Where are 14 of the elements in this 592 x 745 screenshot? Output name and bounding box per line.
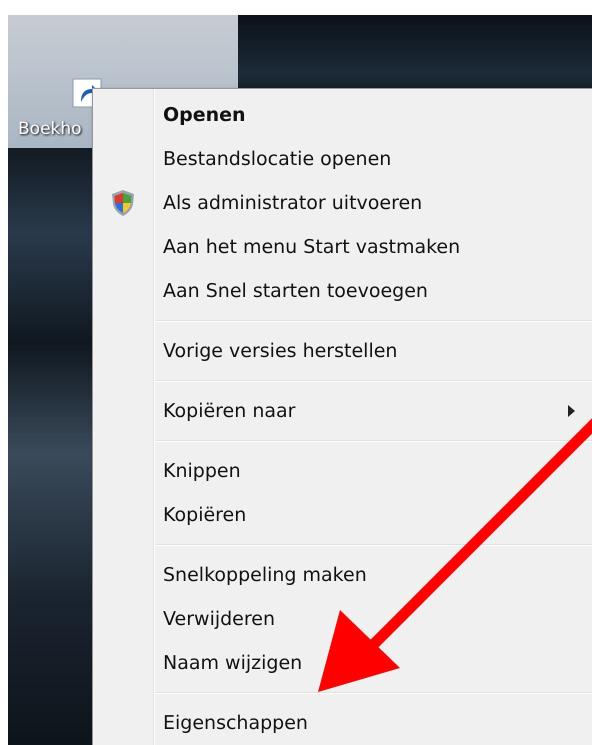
menu-item[interactable]: Eigenschappen (93, 701, 592, 745)
menu-item[interactable]: Aan het menu Start vastmaken (93, 225, 592, 269)
menu-item[interactable]: Snelkoppeling maken (93, 553, 592, 597)
menu-item[interactable]: Verwijderen (93, 597, 592, 641)
menu-item[interactable]: Knippen (93, 449, 592, 493)
menu-item[interactable]: Als administrator uitvoeren (93, 181, 592, 225)
menu-item[interactable]: Kopiëren (93, 493, 592, 537)
menu-item[interactable]: Naam wijzigen (93, 641, 592, 685)
shortcut-label: Boekho (18, 119, 82, 139)
menu-item[interactable]: Vorige versies herstellen (93, 329, 592, 373)
menu-item[interactable]: Aan Snel starten toevoegen (93, 269, 592, 313)
menu-item[interactable]: Kopiëren naar (93, 389, 592, 433)
shield-icon (111, 189, 135, 217)
submenu-arrow-icon (568, 405, 575, 417)
